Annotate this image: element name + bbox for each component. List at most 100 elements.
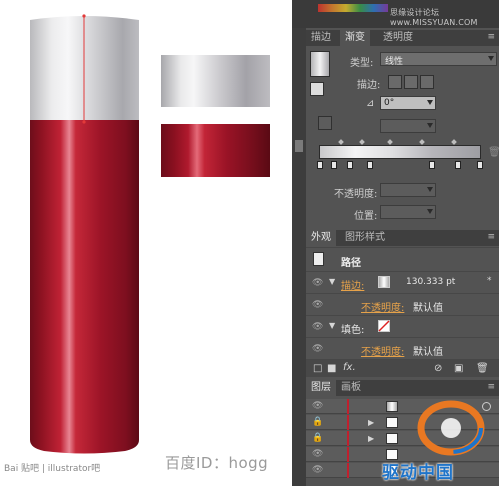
chevron-down-icon — [427, 209, 433, 214]
gradient-slider[interactable] — [319, 145, 481, 159]
eye-icon[interactable]: 👁 — [312, 401, 323, 411]
gradient-annotator-end — [82, 120, 86, 124]
new-fill-icon[interactable]: ■ — [327, 363, 336, 374]
stroke-swatch[interactable] — [378, 276, 390, 288]
duplicate-icon[interactable]: ▣ — [454, 363, 463, 374]
panel-menu-icon[interactable]: ≡ — [487, 232, 495, 242]
expand-triangle-icon[interactable]: ▼ — [329, 321, 335, 330]
expand-triangle-icon[interactable]: ▶ — [368, 434, 374, 443]
author-caption: 百度ID：hogg — [165, 454, 269, 472]
stroke-along-icon[interactable] — [404, 75, 418, 89]
stroke-within-icon[interactable] — [388, 75, 402, 89]
appearance-path-row: 路径 — [306, 247, 499, 271]
eye-icon[interactable]: 👁 — [312, 300, 323, 310]
stroke-row-label[interactable]: 描边: — [341, 277, 364, 292]
gradient-stop[interactable] — [477, 161, 483, 169]
gradient-stop[interactable] — [367, 161, 373, 169]
layer-color-bar — [347, 447, 349, 462]
gradient-preview-thumb[interactable] — [310, 51, 330, 77]
opacity-row2-value: 默认值 — [413, 347, 443, 358]
expand-triangle-icon[interactable]: ▶ — [368, 418, 374, 427]
fx-button[interactable]: fx. — [343, 362, 356, 373]
layer-thumb — [386, 433, 398, 444]
angle-input[interactable]: 0° — [380, 96, 436, 110]
panel-menu-icon[interactable]: ≡ — [487, 32, 495, 42]
stroke-across-icon[interactable] — [420, 75, 434, 89]
lock-icon[interactable]: 🔒 — [312, 417, 323, 427]
midpoint-diamond[interactable] — [419, 139, 425, 145]
reverse-fill-stroke-icon[interactable] — [310, 82, 324, 96]
red-gradient-swatch[interactable] — [161, 124, 270, 177]
position-label: 位置: — [354, 211, 378, 222]
midpoint-diamond[interactable] — [338, 139, 344, 145]
midpoint-diamond[interactable] — [387, 139, 393, 145]
appearance-footer: □ ■ fx. ⊘ ▣ 🗑 — [306, 359, 499, 377]
opacity-row-value: 默认值 — [413, 303, 443, 314]
type-value: 线性 — [385, 57, 404, 67]
eye-icon[interactable]: 👁 — [312, 278, 323, 288]
gradient-stop[interactable] — [347, 161, 353, 169]
panel-dock-rail[interactable] — [292, 28, 306, 486]
stroke-label: 描边: — [357, 80, 381, 91]
appearance-stroke-row[interactable]: 👁 ▼ 描边: 130.333 pt * — [306, 271, 499, 293]
tab-layers[interactable]: 图层 — [306, 380, 336, 396]
fill-none-swatch[interactable] — [378, 320, 390, 332]
layer-color-bar — [347, 415, 349, 430]
path-label: 路径 — [341, 258, 361, 269]
expand-triangle-icon[interactable]: ▼ — [329, 277, 335, 286]
gradient-panel-tabs: 描边 渐变 透明度 ≡ — [306, 30, 499, 46]
angle-value: 0° — [384, 98, 395, 108]
chevron-down-icon — [427, 187, 433, 192]
lock-icon[interactable]: 🔒 — [312, 433, 323, 443]
bottle-body — [30, 120, 139, 454]
eye-icon[interactable]: 👁 — [312, 449, 323, 459]
position-input[interactable] — [380, 205, 436, 219]
trash-icon[interactable]: 🗑 — [488, 147, 499, 158]
aspect-ratio-input[interactable] — [380, 119, 436, 133]
silver-gradient-swatch[interactable] — [161, 55, 270, 107]
opacity-input[interactable] — [380, 183, 436, 197]
none-slash-icon — [378, 320, 390, 332]
gradient-stop[interactable] — [455, 161, 461, 169]
tab-stroke[interactable]: 描边 — [306, 30, 336, 46]
midpoint-diamond[interactable] — [359, 139, 365, 145]
gradient-stop[interactable] — [429, 161, 435, 169]
gradient-stop[interactable] — [331, 161, 337, 169]
gradient-annotator-icon[interactable] — [318, 116, 332, 130]
opacity-row2-label[interactable]: 不透明度: — [361, 343, 404, 358]
artboard-canvas[interactable]: 百度ID：hogg Bai 贴吧 | illustrator吧 — [0, 0, 292, 486]
qudong-logo-text: 驱动中国 — [382, 463, 454, 483]
appearance-opacity-row[interactable]: 👁 不透明度: 默认值 — [306, 293, 499, 315]
color-swatches — [318, 4, 388, 12]
opacity-row-label[interactable]: 不透明度: — [361, 299, 404, 314]
tab-graphic-styles[interactable]: 图形样式 — [340, 230, 390, 246]
fill-row-label: 填色: — [341, 325, 365, 336]
eye-icon[interactable]: 👁 — [312, 344, 323, 354]
stroke-row-value: 130.333 pt — [406, 277, 456, 287]
midpoint-diamond[interactable] — [451, 139, 457, 145]
layer-color-bar — [347, 463, 349, 478]
tab-gradient[interactable]: 渐变 — [340, 30, 370, 46]
baidu-watermark: Bai 贴吧 | illustrator吧 — [4, 464, 101, 474]
type-select[interactable]: 线性 — [380, 52, 497, 67]
dock-grip[interactable] — [295, 140, 303, 152]
gradient-stop[interactable] — [317, 161, 323, 169]
path-thumb — [313, 252, 324, 266]
eye-icon[interactable]: 👁 — [312, 322, 323, 332]
trash-icon[interactable]: 🗑 — [476, 363, 489, 374]
eye-icon[interactable]: 👁 — [312, 465, 323, 475]
tab-appearance[interactable]: 外观 — [306, 230, 336, 246]
type-label: 类型: — [350, 58, 374, 69]
more-icon[interactable]: * — [487, 276, 492, 286]
angle-icon: ⊿ — [366, 98, 375, 109]
appearance-opacity-row-2[interactable]: 👁 不透明度: 默认值 — [306, 337, 499, 359]
new-stroke-icon[interactable]: □ — [313, 363, 322, 374]
chevron-down-icon — [488, 56, 494, 61]
tab-artboards[interactable]: 画板 — [336, 380, 366, 396]
tab-transparency[interactable]: 透明度 — [378, 30, 418, 46]
site-watermark: 思缘设计论坛 www.MISSYUAN.COM — [390, 8, 478, 27]
appearance-panel-tabs: 外观 图形样式 ≡ — [306, 230, 499, 246]
appearance-fill-row[interactable]: 👁 ▼ 填色: — [306, 315, 499, 337]
chevron-down-icon — [427, 100, 433, 105]
clear-appearance-icon[interactable]: ⊘ — [434, 363, 442, 374]
